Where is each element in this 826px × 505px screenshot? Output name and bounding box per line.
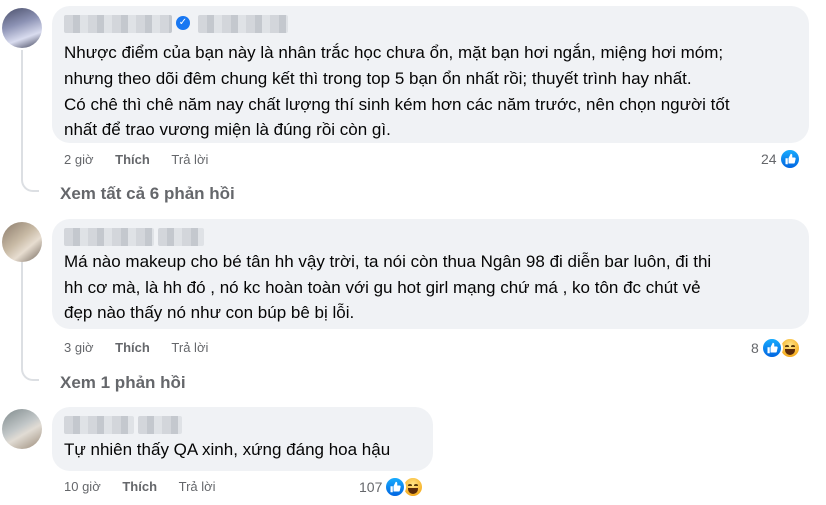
author-name-blurred-extra: [138, 416, 182, 434]
like-icon: [778, 148, 801, 170]
thread-line: [21, 50, 23, 180]
reply-button[interactable]: Trả lời: [171, 152, 208, 167]
reply-button[interactable]: Trả lời: [171, 340, 208, 355]
reaction-count: 24: [761, 151, 777, 167]
comment-text-line: đẹp nào thấy nó như con búp bê bị lỗi.: [64, 303, 355, 322]
timestamp[interactable]: 2 giờ: [64, 152, 94, 167]
comment-actions: 3 giờ Thích Trả lời: [64, 340, 208, 355]
comment-bubble: ✓ Nhược điểm của bạn này là nhân trắc họ…: [52, 6, 809, 143]
like-icon: [760, 337, 783, 359]
author-name-blurred[interactable]: [64, 228, 154, 246]
thread-connector: [21, 367, 39, 381]
comment-text-line: nhất để trao vương miện là đúng rồi còn …: [64, 120, 391, 139]
reaction-summary[interactable]: 8: [751, 337, 801, 359]
reaction-summary[interactable]: 24: [761, 148, 801, 170]
comment-bubble: Má nào makeup cho bé tân hh vậy trời, ta…: [52, 219, 809, 329]
reaction-count: 107: [359, 479, 383, 495]
author-name-blurred-extra: [158, 228, 204, 246]
author-name-blurred[interactable]: [64, 416, 134, 434]
view-replies-link[interactable]: Xem tất cả 6 phản hồi: [60, 184, 235, 204]
avatar[interactable]: [2, 8, 42, 48]
comment-bubble: Tự nhiên thấy QA xinh, xứng đáng hoa hậu: [52, 407, 433, 471]
comment-text-line: Có chê thì chê năm nay chất lượng thí si…: [64, 95, 730, 114]
verified-badge-icon: ✓: [176, 16, 190, 30]
timestamp[interactable]: 3 giờ: [64, 340, 94, 355]
timestamp[interactable]: 10 giờ: [64, 479, 101, 494]
reaction-summary[interactable]: 107: [359, 476, 425, 498]
like-icon: [384, 476, 407, 498]
like-button[interactable]: Thích: [115, 152, 150, 167]
like-button[interactable]: Thích: [115, 340, 150, 355]
avatar[interactable]: [2, 222, 42, 262]
comment-text-line: nhưng theo dõi đêm chung kết thì trong t…: [64, 69, 692, 88]
comment-text-line: Tự nhiên thấy QA xinh, xứng đáng hoa hậu: [64, 440, 391, 459]
comment-text-line: Nhược điểm của bạn này là nhân trắc học …: [64, 43, 724, 62]
like-button[interactable]: Thích: [122, 479, 157, 494]
thread-connector: [21, 178, 39, 192]
comment-text-line: hh cơ mà, là hh đó , nó kc hoàn toàn với…: [64, 278, 701, 297]
comment-actions: 10 giờ Thích Trả lời: [64, 479, 216, 494]
avatar[interactable]: [2, 409, 42, 449]
author-name-blurred[interactable]: [64, 15, 172, 33]
reaction-count: 8: [751, 340, 759, 356]
comment-text-line: Má nào makeup cho bé tân hh vậy trời, ta…: [64, 252, 712, 271]
thread-line: [21, 262, 23, 369]
view-replies-link[interactable]: Xem 1 phản hồi: [60, 373, 186, 393]
comment-actions: 2 giờ Thích Trả lời: [64, 152, 208, 167]
author-name-blurred-extra: [198, 15, 288, 33]
reply-button[interactable]: Trả lời: [179, 479, 216, 494]
